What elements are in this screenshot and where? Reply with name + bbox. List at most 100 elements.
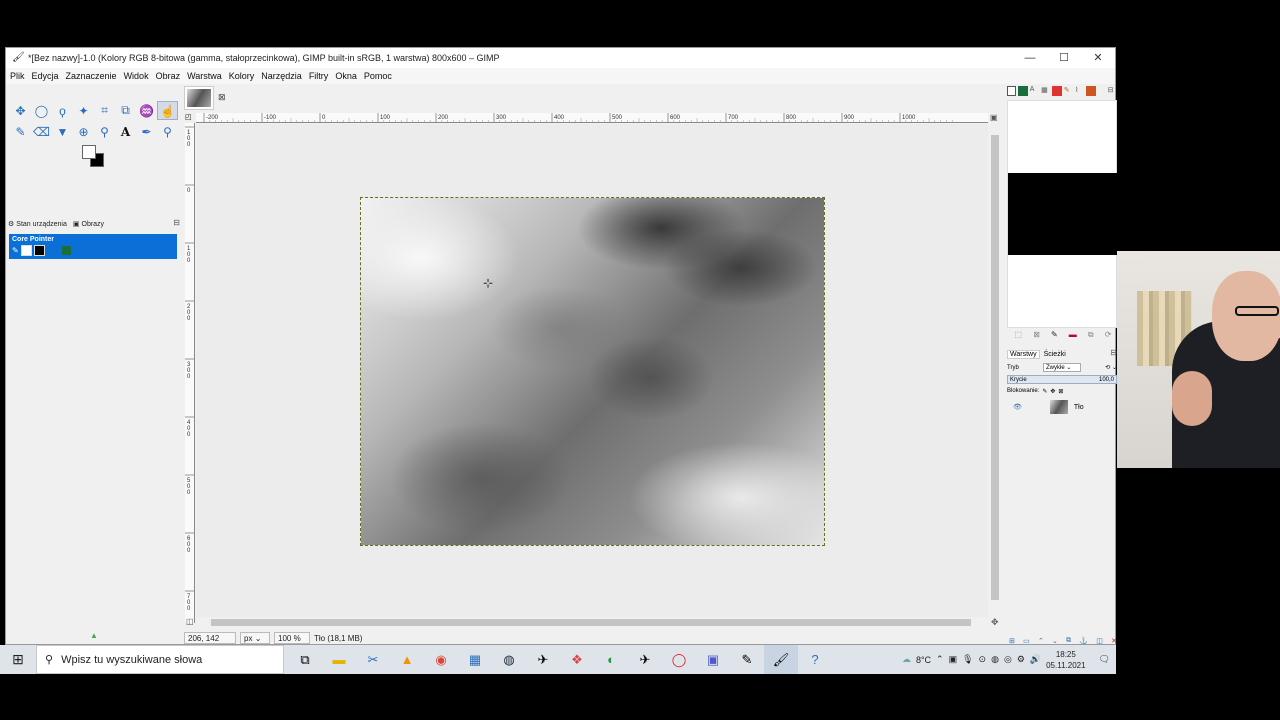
clone-icon[interactable]: ⊕ [73, 122, 94, 141]
tray-app3-icon[interactable]: ◎ [1004, 654, 1012, 665]
menu-plik[interactable]: Plik [10, 71, 25, 81]
start-button[interactable]: ⊞ [0, 645, 36, 674]
fg-bg-color-selector[interactable] [82, 145, 106, 169]
horizontal-scrollbar-thumb[interactable] [211, 619, 971, 626]
steam-icon[interactable]: ◍ [492, 645, 526, 674]
image-tab[interactable] [184, 86, 214, 110]
menu-pomoc[interactable]: Pomoc [364, 71, 392, 81]
ruler-corner[interactable]: ◰ [185, 113, 196, 123]
gradient-icon[interactable]: ✎ [1064, 86, 1073, 96]
app4-icon[interactable]: ◐ [594, 645, 628, 674]
quick-mask-icon[interactable]: ▣ [990, 113, 998, 122]
core-pointer-row[interactable]: Core Pointer ✎ [9, 234, 177, 259]
mic-icon[interactable]: 🎙 [962, 654, 973, 665]
bucket-fill-icon[interactable]: ▼ [52, 122, 73, 141]
menu-zaznaczenie[interactable]: Zaznaczenie [66, 71, 117, 81]
brush-edit-icon[interactable]: ✎ [1051, 330, 1058, 342]
unit-select[interactable]: px ⌄ [240, 632, 270, 644]
chrome-icon[interactable]: ◉ [424, 645, 458, 674]
font-icon[interactable]: ▦ [1041, 86, 1050, 96]
app5-icon[interactable]: ✈ [628, 645, 662, 674]
fuzzy-select-icon[interactable]: ✦ [73, 101, 94, 120]
close-button[interactable]: ✕ [1081, 48, 1115, 68]
menu-widok[interactable]: Widok [124, 71, 149, 81]
weather-icon[interactable]: ☁ [902, 654, 911, 665]
title-bar[interactable]: 🖌 *[Bez nazwy]-1.0 (Kolory RGB 8-bitowa … [6, 48, 1115, 68]
tab-paths[interactable]: Ścieżki [1044, 351, 1066, 358]
file-explorer-icon[interactable]: ▬ [322, 645, 356, 674]
navigate-icon[interactable]: ✥ [991, 617, 999, 628]
tray-app-icon[interactable]: ▣ [949, 654, 958, 665]
horizontal-scrollbar[interactable] [196, 617, 988, 628]
temperature[interactable]: 8°C [916, 655, 931, 665]
menu-warstwa[interactable]: Warstwa [187, 71, 222, 81]
app2-icon[interactable]: ✈ [526, 645, 560, 674]
notifications-icon[interactable]: 🗨 [1099, 654, 1110, 665]
volume-icon[interactable]: 🔊 [1030, 654, 1041, 665]
opacity-slider[interactable]: Krycie 100,0 [1007, 375, 1117, 384]
dynamics-icon[interactable]: ⌇ [1075, 86, 1084, 96]
clock[interactable]: 18:25 05.11.2021 [1046, 649, 1085, 671]
unified-transform-icon[interactable]: ⧉ [115, 101, 136, 120]
lock-alpha-icon[interactable]: ⊠ [1058, 388, 1063, 395]
menu-filtry[interactable]: Filtry [309, 71, 329, 81]
toolbox-bottom-icon[interactable]: ▲ [90, 631, 98, 640]
help-icon[interactable]: ? [798, 645, 832, 674]
minimize-button[interactable]: — [1013, 48, 1047, 68]
dock-menu-icon[interactable]: ⊟ [1110, 348, 1117, 357]
task-view-icon[interactable]: ⧉ [288, 645, 322, 674]
app-icon[interactable]: ▦ [458, 645, 492, 674]
brush-duplicate-icon[interactable]: ⊠ [1033, 330, 1040, 342]
color-picker-icon[interactable]: ✒ [136, 122, 157, 141]
brush-new-icon[interactable]: ▬ [1069, 330, 1077, 342]
taskbar-search[interactable]: ⚲ Wpisz tu wyszukiwane słowa [36, 645, 284, 674]
opera-icon[interactable]: ◯ [662, 645, 696, 674]
pattern-icon[interactable] [1018, 86, 1028, 96]
foreground-color-swatch[interactable] [82, 145, 96, 159]
lock-position-icon[interactable]: ✥ [1050, 388, 1055, 395]
snipping-icon[interactable]: ✂ [356, 645, 390, 674]
image-canvas[interactable]: ⊹ [360, 197, 825, 546]
menu-edycja[interactable]: Edycja [32, 71, 59, 81]
vertical-ruler[interactable]: 1000100200300400500600700 [185, 123, 195, 623]
tab-images[interactable]: ▣ Obrazy [73, 220, 104, 229]
horizontal-ruler[interactable]: -200 -100 0 100 200 300 400 500 600 700 800 900 1000 [196, 113, 988, 123]
gimp-icon[interactable]: 🖌 [764, 645, 798, 674]
lock-pixels-icon[interactable]: ✎ [1042, 388, 1047, 395]
tray-app2-icon[interactable]: ⊙ [979, 654, 987, 665]
app6-icon[interactable]: ✎ [730, 645, 764, 674]
teams-icon[interactable]: ▣ [696, 645, 730, 674]
brush-icon[interactable]: A [1030, 86, 1039, 96]
brushes-panel[interactable] [1007, 100, 1118, 328]
lasso-icon[interactable]: ϙ [52, 101, 73, 120]
brush-refresh-icon[interactable]: ⟳ [1105, 330, 1112, 342]
zoom-icon[interactable]: ⚲ [157, 122, 178, 141]
fg-color-icon[interactable] [1007, 86, 1017, 96]
foreground-select-icon[interactable]: ☝ [157, 101, 178, 120]
menu-narzedzia[interactable]: Narzędzia [261, 71, 302, 81]
dock-menu-icon[interactable]: ⊟ [173, 218, 180, 227]
dock-menu-icon[interactable]: ⊟ [1108, 86, 1117, 96]
paintbrush-icon[interactable]: ✎ [10, 122, 31, 141]
tray-app4-icon[interactable]: ⚙ [1017, 654, 1025, 665]
warp-icon[interactable]: ♒ [136, 101, 157, 120]
mode-select[interactable]: Zwykłe ⌄ [1043, 363, 1082, 372]
zoom-select[interactable]: 100 % ⌄ [274, 632, 310, 654]
vlc-icon[interactable]: ▲ [390, 645, 424, 674]
menu-kolory[interactable]: Kolory [229, 71, 255, 81]
tab-device-status[interactable]: ⚙ Stan urządzenia [8, 220, 67, 229]
dodge-icon[interactable]: ⚲ [94, 122, 115, 141]
network-icon[interactable]: ◍ [991, 654, 999, 665]
layer-name[interactable]: Tło [1074, 404, 1084, 411]
chevron-up-icon[interactable]: ⌃ [936, 654, 944, 665]
mode-reset-icon[interactable]: ⟲ ⌄ [1105, 364, 1117, 371]
app3-icon[interactable]: ❖ [560, 645, 594, 674]
menu-okna[interactable]: Okna [335, 71, 357, 81]
menu-obraz[interactable]: Obraz [156, 71, 181, 81]
tool-preset-icon[interactable] [1086, 86, 1096, 96]
brush-select-icon[interactable]: ⬚ [1015, 330, 1023, 342]
ellipse-select-icon[interactable]: ◯ [31, 101, 52, 120]
move-icon[interactable]: ✥ [10, 101, 31, 120]
brush-copy-icon[interactable]: ⧉ [1088, 330, 1094, 342]
layer-row[interactable]: 👁 Tło [1007, 398, 1117, 416]
